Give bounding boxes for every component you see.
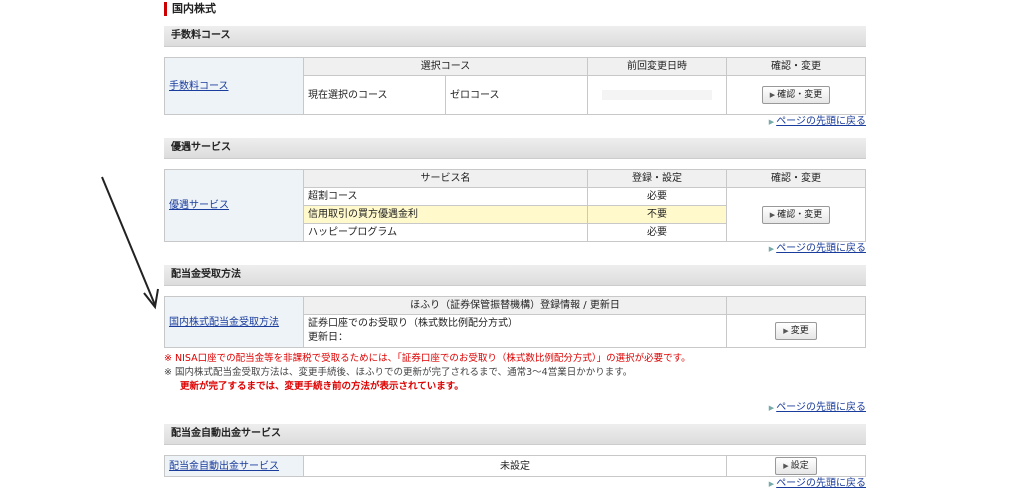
back-to-top-link[interactable]: ページの先頭に戻る — [776, 402, 866, 413]
update-date-label: 更新日： — [308, 332, 348, 343]
col-last-changed: 前回変更日時 — [587, 57, 727, 76]
nisa-note: ※ NISA口座での配当金等を非課税で受取るためには、「証券口座でのお受取り（株… — [164, 353, 691, 364]
processing-note: ※ 国内株式配当金受取方法は、変更手続後、ほふりでの更新が完了されるまで、通常3… — [164, 367, 633, 378]
current-course-value: ゼロコース — [445, 75, 588, 115]
commission-table: 手数料コース 選択コース 前回変更日時 確認・変更 現在選択のコース ゼロコース… — [164, 57, 866, 115]
commission-section-heading: 手数料コース — [164, 26, 866, 47]
preferential-section-heading: 優遇サービス — [164, 138, 866, 159]
auto-withdraw-table: 配当金自動出金サービス 未設定 ▶ 設定 — [164, 455, 866, 477]
service-status: 必要 — [587, 187, 727, 206]
col-confirm-change: 確認・変更 — [726, 169, 866, 188]
service-name: 超割コース — [303, 187, 588, 206]
commission-course-link[interactable]: 手数料コース — [169, 81, 229, 92]
dividend-table: 国内株式配当金受取方法 ほふり（証券保管振替機構）登録情報 / 更新日 証券口座… — [164, 296, 866, 348]
triangle-icon: ▶ — [769, 91, 776, 99]
auto-withdraw-section-heading: 配当金自動出金サービス — [164, 424, 866, 445]
service-name: 信用取引の買方優遇金利 — [303, 205, 588, 224]
col-registration: 登録・設定 — [587, 169, 727, 188]
update-warning: 更新が完了するまでは、変更手続き前の方法が表示されています。 — [180, 381, 464, 392]
triangle-icon: ▶ — [783, 327, 789, 335]
service-status: 必要 — [587, 223, 727, 242]
dividend-method-value: 証券口座でのお受取り（株式数比例配分方式） — [308, 318, 518, 329]
preferential-service-link[interactable]: 優遇サービス — [169, 200, 229, 211]
preferential-table: 優遇サービス サービス名 登録・設定 確認・変更 超割コース 必要 ▶ 確認・変更… — [164, 169, 866, 242]
service-status: 不要 — [587, 205, 727, 224]
col-selected-course: 選択コース — [303, 57, 588, 76]
preferential-confirm-button[interactable]: ▶ 確認・変更 — [761, 205, 831, 224]
redacted-date — [602, 89, 712, 100]
auto-withdraw-setup-button[interactable]: ▶ 設定 — [775, 457, 817, 475]
col-confirm-change: 確認・変更 — [726, 57, 866, 76]
col-hofuri-info: ほふり（証券保管振替機構）登録情報 / 更新日 — [303, 296, 727, 315]
service-name: ハッピープログラム — [303, 223, 588, 242]
back-to-top-link[interactable]: ページの先頭に戻る — [776, 243, 866, 254]
annotation-arrow — [101, 176, 159, 310]
commission-confirm-button[interactable]: ▶ 確認・変更 — [761, 86, 831, 104]
triangle-icon: ▶ — [768, 480, 775, 488]
back-to-top-link[interactable]: ページの先頭に戻る — [776, 116, 866, 127]
dividend-section-heading: 配当金受取方法 — [164, 265, 866, 286]
triangle-icon: ▶ — [769, 210, 776, 219]
current-course-label: 現在選択のコース — [303, 75, 446, 115]
triangle-icon: ▶ — [768, 404, 775, 412]
page-title: 国内株式 — [164, 2, 866, 16]
col-service-name: サービス名 — [303, 169, 588, 188]
triangle-icon: ▶ — [783, 462, 789, 470]
auto-withdraw-link[interactable]: 配当金自動出金サービス — [169, 461, 279, 472]
auto-withdraw-status: 未設定 — [303, 455, 727, 477]
dividend-method-link[interactable]: 国内株式配当金受取方法 — [169, 317, 279, 328]
main-content: 国内株式 手数料コース 手数料コース 選択コース 前回変更日時 確認・変更 現在… — [164, 0, 866, 490]
triangle-icon: ▶ — [768, 118, 775, 126]
dividend-change-button[interactable]: ▶ 変更 — [775, 322, 817, 340]
back-to-top-link[interactable]: ページの先頭に戻る — [776, 478, 866, 489]
triangle-icon: ▶ — [768, 245, 775, 253]
